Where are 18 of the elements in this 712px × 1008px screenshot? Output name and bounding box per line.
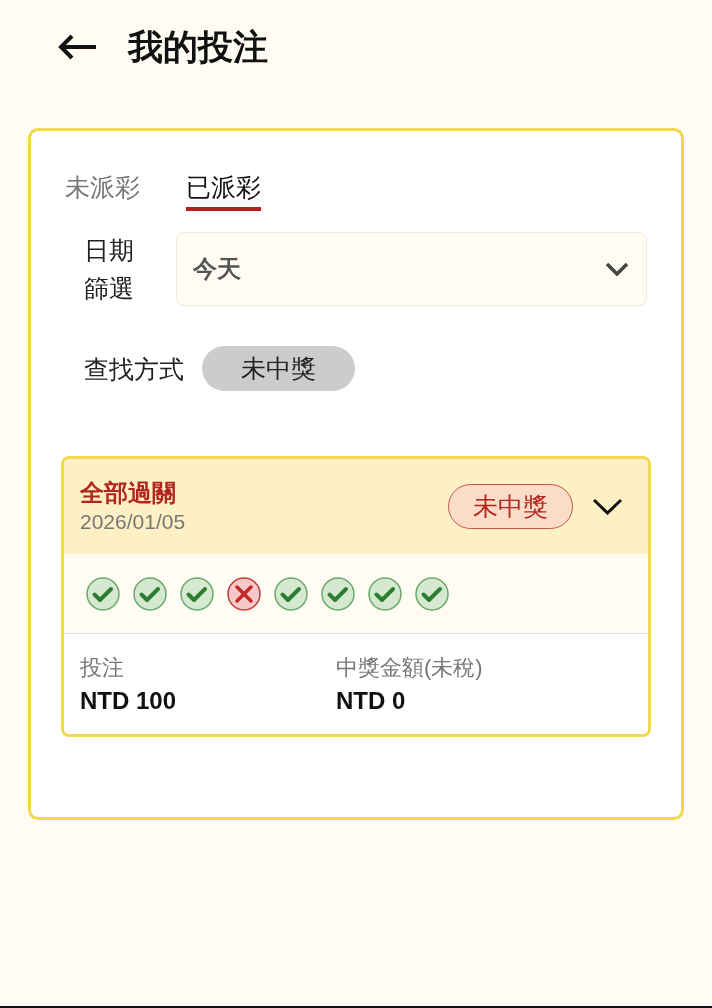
back-button[interactable] [58,34,97,60]
bet-date: 2026/01/05 [80,508,186,535]
chevron-down-icon[interactable] [592,498,623,515]
date-filter-label: 日期篩選 [84,235,135,304]
tab[interactable]: 已派彩 [186,171,261,211]
date-select[interactable]: 今天 [176,232,647,306]
search-method-label: 查找方式 [84,353,184,385]
filter-chip[interactable]: 未中獎 [202,346,355,391]
payout-amount: NTD 0 [336,686,407,716]
tab[interactable]: 未派彩 [65,171,140,211]
status-badge: 未中獎 [448,484,573,529]
stake-amount: NTD 100 [80,686,178,716]
arrow-left-icon [58,34,97,60]
chevron-down-icon [605,262,629,276]
bet-type-title: 全部過關 [80,477,177,508]
payout-label: 中獎金額(未稅) [336,654,484,682]
stake-label: 投注 [80,654,125,682]
page-title: 我的投注 [128,26,268,68]
